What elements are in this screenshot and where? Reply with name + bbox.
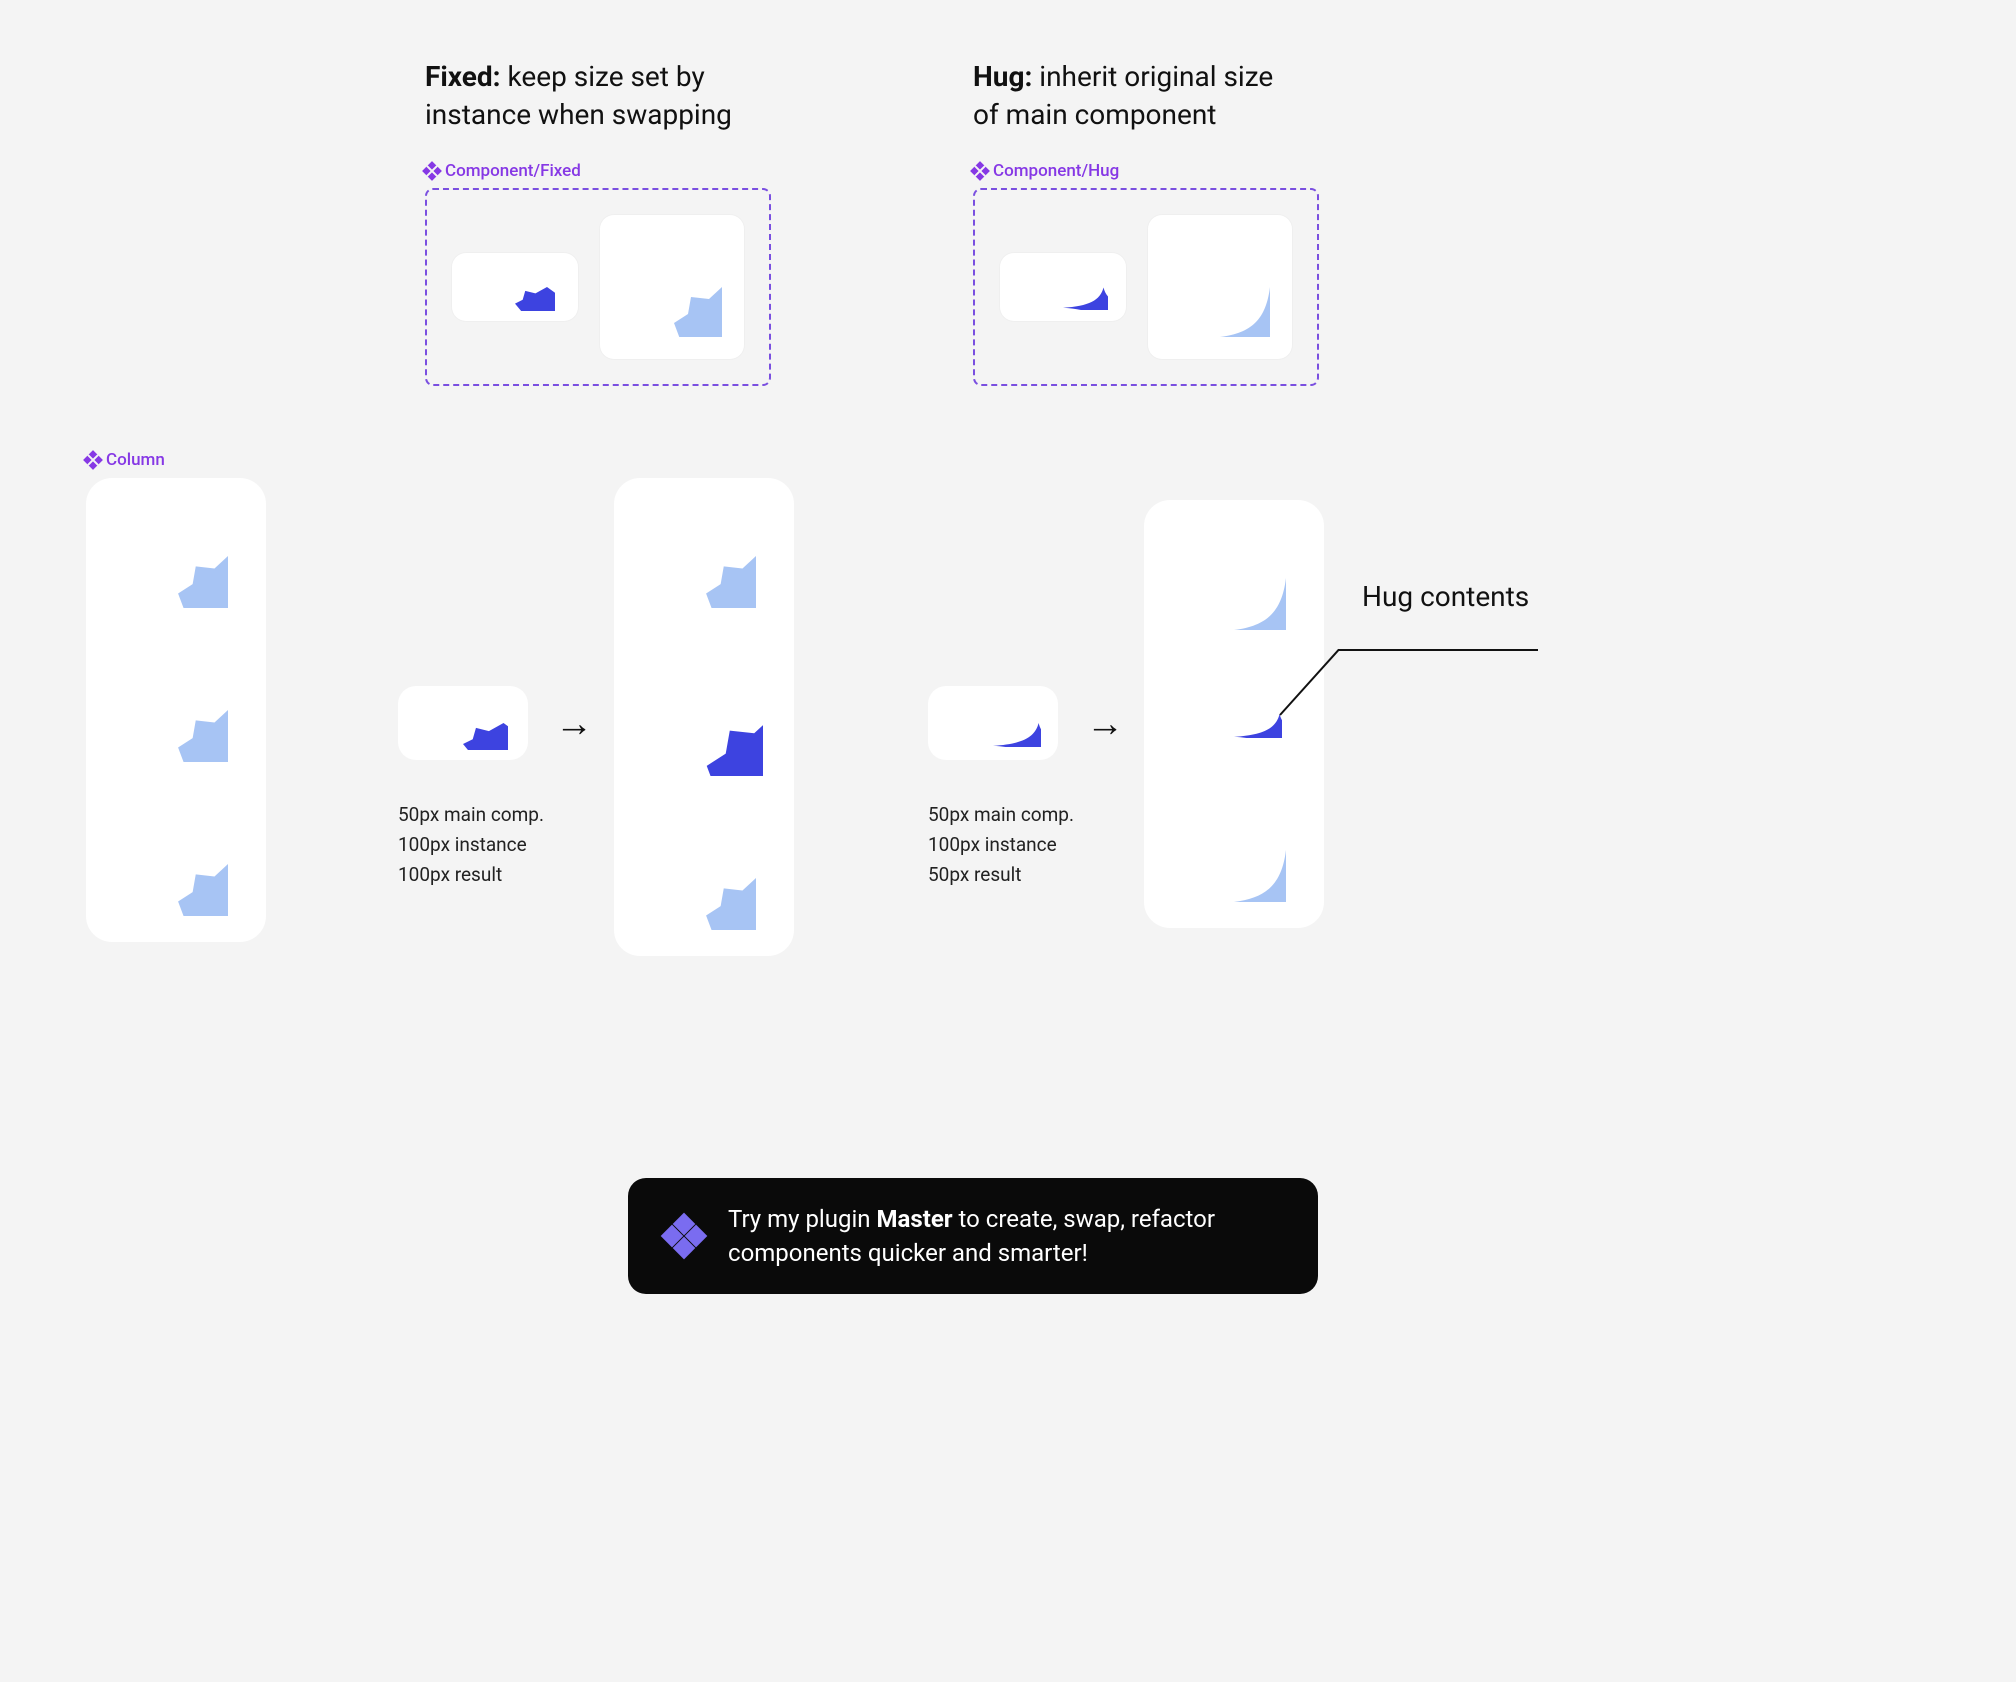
spark-icon [1182, 526, 1286, 630]
hug-large-card [1148, 215, 1292, 359]
spark-icon [1018, 265, 1108, 310]
fixed-large-card [600, 215, 744, 359]
hug-heading-bold: Hug: [973, 60, 1032, 93]
burst-icon [418, 696, 508, 750]
fixed-caption: 50px main comp. 100px instance 100px res… [398, 800, 544, 890]
fixed-caption-line3: 100px result [398, 860, 544, 890]
fixed-component-frame [425, 188, 771, 386]
hug-component-label: Component/Hug [973, 161, 1119, 181]
fixed-frame-inner [452, 215, 744, 359]
burst-icon [645, 658, 763, 776]
hug-component-label-text: Component/Hug [993, 161, 1119, 181]
burst-icon [124, 812, 228, 916]
promo-text-bold: Master [877, 1205, 953, 1233]
spark-icon [1170, 237, 1270, 337]
component-icon [422, 161, 442, 181]
column-component-label: Column [86, 450, 165, 470]
hug-heading: Hug: inherit original size of main compo… [973, 58, 1283, 134]
column-card-fixed-result [614, 478, 794, 956]
burst-icon [124, 504, 228, 608]
promo-banner[interactable]: Try my plugin Master to create, swap, re… [628, 1178, 1318, 1294]
component-icon [970, 161, 990, 181]
annotation-line [1338, 649, 1538, 651]
burst-icon [652, 826, 756, 930]
fixed-component-label-text: Component/Fixed [445, 161, 581, 181]
spark-icon [1186, 690, 1282, 738]
column-component-label-text: Column [106, 450, 165, 470]
spark-icon [1182, 798, 1286, 902]
column-card-original [86, 478, 266, 942]
hug-caption: 50px main comp. 100px instance 50px resu… [928, 800, 1074, 890]
column-card-hug-result [1144, 500, 1324, 928]
hug-caption-line3: 50px result [928, 860, 1074, 890]
arrow-icon: → [555, 702, 593, 746]
fixed-caption-line2: 100px instance [398, 830, 544, 860]
burst-icon [652, 504, 756, 608]
hug-contents-annotation: Hug contents [1362, 580, 1529, 613]
promo-text-pre: Try my plugin [728, 1205, 877, 1233]
hug-caption-line2: 100px instance [928, 830, 1074, 860]
hug-frame-inner [1000, 215, 1292, 359]
fixed-heading: Fixed: keep size set by instance when sw… [425, 58, 755, 134]
master-plugin-icon [662, 1214, 706, 1258]
component-icon [83, 450, 103, 470]
burst-icon [124, 658, 228, 762]
fixed-swap-source-card [398, 686, 528, 760]
burst-icon [622, 237, 722, 337]
canvas: Fixed: keep size set by instance when sw… [0, 0, 2016, 1682]
hug-caption-line1: 50px main comp. [928, 800, 1074, 830]
fixed-heading-bold: Fixed: [425, 60, 501, 93]
hug-component-frame [973, 188, 1319, 386]
fixed-caption-line1: 50px main comp. [398, 800, 544, 830]
promo-text: Try my plugin Master to create, swap, re… [728, 1202, 1284, 1270]
fixed-component-label: Component/Fixed [425, 161, 581, 181]
spark-icon [945, 699, 1041, 747]
hug-swap-source-card [928, 686, 1058, 760]
hug-small-card [1000, 253, 1126, 321]
burst-icon [475, 263, 555, 311]
fixed-small-card [452, 253, 578, 321]
arrow-icon: → [1086, 702, 1124, 746]
